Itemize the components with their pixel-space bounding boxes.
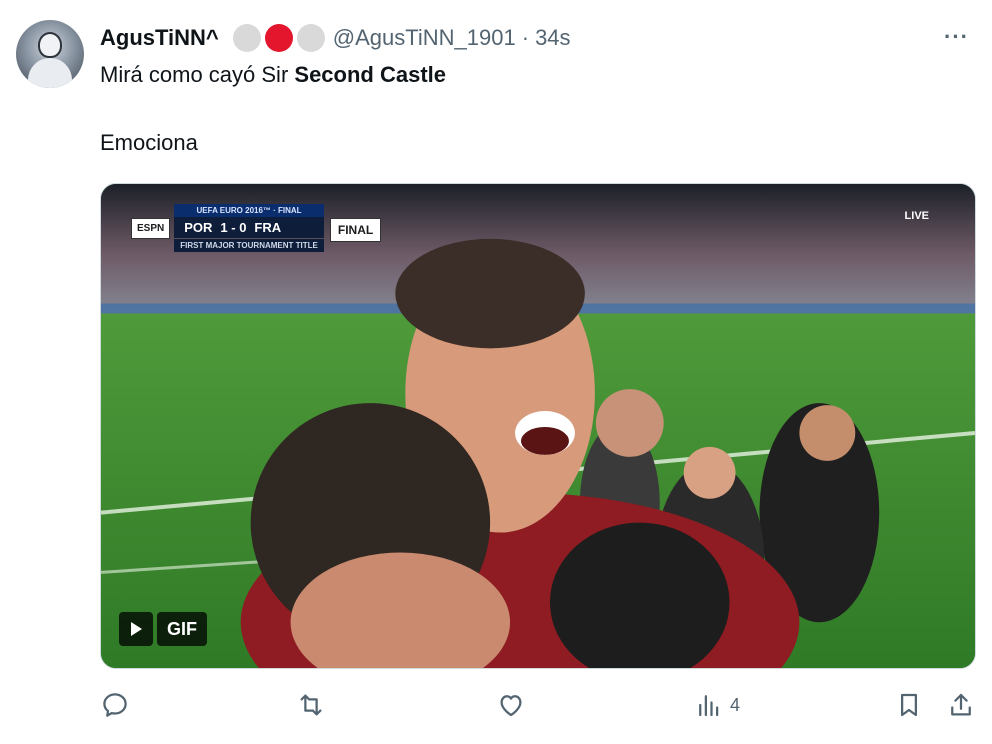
tweet-text-bold: Second Castle [294, 62, 446, 87]
share-button[interactable] [946, 690, 976, 720]
badge-icon [232, 24, 261, 52]
scoreboard-score-row: POR 1 - 0 FRA [174, 217, 324, 238]
user-handle[interactable]: @AgusTiNN_1901 [333, 25, 516, 51]
avatar-figure-body [28, 58, 72, 88]
scoreboard-status: FINAL [329, 218, 382, 242]
views-button[interactable]: 4 [694, 690, 740, 720]
retweet-icon [300, 694, 322, 716]
bookmark-button[interactable] [894, 690, 924, 720]
play-button[interactable] [119, 612, 153, 646]
gif-controls: GIF [119, 612, 207, 646]
broadcaster-logo: ESPN [131, 218, 171, 239]
gif-media[interactable]: ESPN UEFA EURO 2016™ · FINAL POR 1 - 0 F… [100, 183, 976, 669]
avatar[interactable] [16, 20, 84, 88]
share-icon [951, 693, 971, 716]
gif-label: GIF [157, 612, 207, 646]
display-name[interactable]: AgusTiNN^ [100, 25, 219, 51]
scoreboard: ESPN UEFA EURO 2016™ · FINAL POR 1 - 0 F… [131, 204, 382, 252]
badges [232, 24, 329, 52]
avatar-figure-head [38, 32, 62, 58]
reply-button[interactable] [100, 690, 130, 720]
scoreboard-caption: FIRST MAJOR TOURNAMENT TITLE [174, 239, 324, 252]
tweet-text-line1: Mirá como cayó Sir Second Castle [100, 62, 446, 88]
play-icon [131, 622, 142, 636]
scoreboard-tournament: UEFA EURO 2016™ · FINAL [174, 204, 324, 217]
views-icon [699, 695, 719, 717]
retweet-button[interactable] [296, 690, 326, 720]
reply-icon [103, 693, 127, 717]
tweet-text-prefix: Mirá como cayó Sir [100, 62, 295, 87]
views-count: 4 [730, 694, 741, 715]
gif-frame [101, 184, 975, 668]
away-team: FRA [254, 220, 282, 235]
separator-dot: · [521, 25, 530, 50]
badge-icon [264, 24, 293, 52]
heart-icon [500, 695, 522, 717]
more-options-button[interactable]: ··· [944, 24, 969, 50]
tweet-actions: 4 [100, 690, 976, 726]
live-label: LIVE [904, 210, 929, 222]
bookmark-icon [901, 693, 917, 717]
tweet-text-line2: Emociona [100, 130, 198, 155]
home-team: POR [184, 220, 213, 235]
scoreboard-main: UEFA EURO 2016™ · FINAL POR 1 - 0 FRA FI… [174, 204, 324, 252]
timestamp[interactable]: 34s [535, 25, 570, 51]
score: 1 - 0 [220, 220, 247, 235]
badge-icon [296, 24, 325, 52]
like-button[interactable] [496, 690, 526, 720]
tweet-header: AgusTiNN^ @AgusTiNN_1901 · 34s [100, 22, 571, 54]
